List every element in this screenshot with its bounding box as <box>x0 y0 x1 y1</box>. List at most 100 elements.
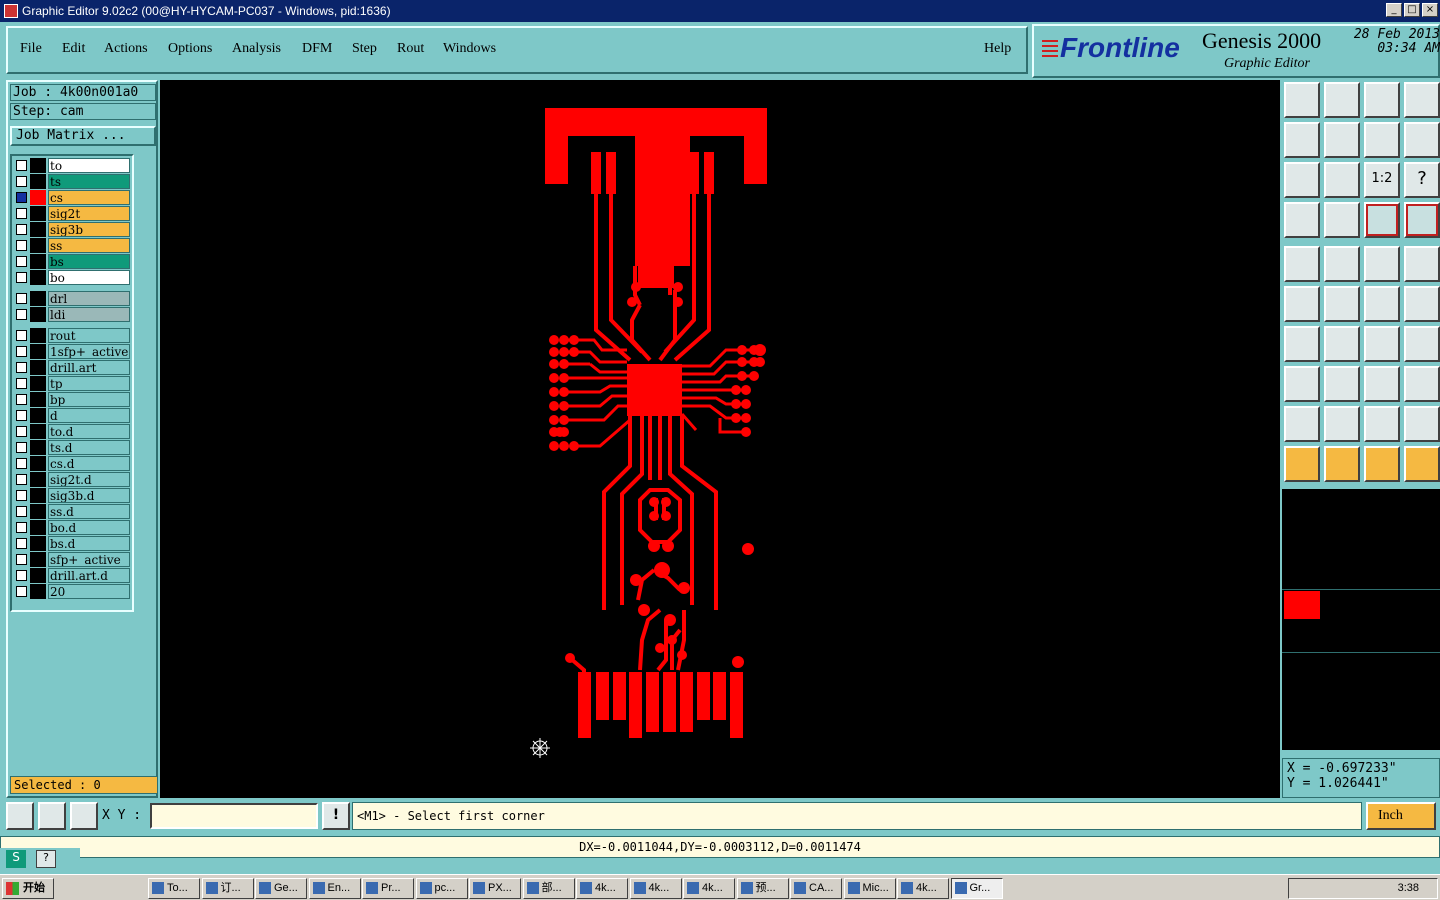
layer-name[interactable]: bp <box>48 392 130 407</box>
xy-input[interactable] <box>150 803 318 829</box>
layer-checkbox[interactable] <box>16 474 27 485</box>
taskbar-item[interactable]: To... <box>148 878 200 899</box>
exclamation-icon[interactable]: ! <box>322 802 350 830</box>
layer-name[interactable]: 1sfp+_active <box>48 344 130 359</box>
layer-checkbox[interactable] <box>16 240 27 251</box>
toolbar-icon-pointer-a[interactable] <box>1284 446 1320 482</box>
unit-selector[interactable]: Inch <box>1366 802 1436 830</box>
toolbar-icon-pointer-d[interactable] <box>1404 446 1440 482</box>
toolbar-icon-diagonal[interactable] <box>1324 326 1360 362</box>
taskbar-item[interactable]: 订... <box>201 878 254 899</box>
layer-checkbox[interactable] <box>16 160 27 171</box>
graphic-canvas[interactable] <box>160 80 1280 798</box>
toolbar-icon-minus[interactable] <box>1324 366 1360 402</box>
toolbar-icon-home[interactable] <box>1364 82 1400 118</box>
layer-row[interactable]: rout <box>14 328 132 343</box>
toolbar-icon-layers-a[interactable] <box>1364 202 1400 238</box>
layer-name[interactable]: bs <box>48 254 130 269</box>
layer-name[interactable]: cs <box>48 190 130 205</box>
taskbar-item[interactable]: Pr... <box>362 878 414 899</box>
layer-row[interactable]: ts <box>14 174 132 189</box>
taskbar-item[interactable]: 4k... <box>629 878 682 899</box>
taskbar-item[interactable]: Ge... <box>255 878 307 899</box>
toolbar-icon-circle[interactable] <box>1404 246 1440 282</box>
layer-row[interactable]: tp <box>14 376 132 391</box>
layer-name[interactable]: d <box>48 408 130 423</box>
layer-row[interactable]: cs.d <box>14 456 132 471</box>
toolbar-icon-pointer-c[interactable] <box>1364 446 1400 482</box>
taskbar-item[interactable]: CA... <box>790 878 842 899</box>
taskbar-item[interactable]: 预... <box>736 878 789 899</box>
layer-checkbox[interactable] <box>16 490 27 501</box>
taskbar-item[interactable]: En... <box>308 878 361 899</box>
layer-checkbox[interactable] <box>16 522 27 533</box>
toolbar-icon-cross[interactable] <box>1324 286 1360 322</box>
toolbar-icon-tools[interactable] <box>1284 202 1320 238</box>
layer-checkbox[interactable] <box>16 378 27 389</box>
layer-row[interactable]: sig3b.d <box>14 488 132 503</box>
toolbar-icon-scale[interactable]: 1:2 <box>1364 162 1400 198</box>
layer-row[interactable]: d <box>14 408 132 423</box>
layer-name[interactable]: cs.d <box>48 456 130 471</box>
layer-name[interactable]: sig2t.d <box>48 472 130 487</box>
layer-checkbox[interactable] <box>16 309 27 320</box>
layer-checkbox[interactable] <box>16 330 27 341</box>
layer-row[interactable]: bs <box>14 254 132 269</box>
layer-name[interactable]: drl <box>48 291 130 306</box>
toolbar-icon-line-b[interactable] <box>1404 286 1440 322</box>
taskbar-item[interactable]: 4k... <box>683 878 735 899</box>
toolbar-icon-flip[interactable] <box>1404 326 1440 362</box>
menu-help[interactable]: Help <box>984 41 1011 57</box>
toolbar-icon-save[interactable] <box>1324 82 1360 118</box>
menu-edit[interactable]: Edit <box>62 41 85 57</box>
layer-name[interactable]: sig3b.d <box>48 488 130 503</box>
toolbar-icon-snap[interactable] <box>1284 366 1320 402</box>
layer-name[interactable]: bo <box>48 270 130 285</box>
toolbar-icon-measure[interactable] <box>1364 366 1400 402</box>
toolbar-icon-redraw[interactable] <box>1404 122 1440 158</box>
layer-row[interactable]: bo.d <box>14 520 132 535</box>
minimize-button[interactable]: _ <box>1386 3 1402 17</box>
layer-name[interactable]: to <box>48 158 130 173</box>
layer-name[interactable]: sfp+_active <box>48 552 130 567</box>
layer-name[interactable]: bs.d <box>48 536 130 551</box>
taskbar-item[interactable]: Gr... <box>950 878 1003 899</box>
toolbar-icon-shape[interactable] <box>1324 246 1360 282</box>
layer-checkbox[interactable] <box>16 176 27 187</box>
menu-analysis[interactable]: Analysis <box>232 41 281 57</box>
toolbar-icon-angle[interactable] <box>1284 326 1320 362</box>
layer-checkbox[interactable] <box>16 346 27 357</box>
layer-name[interactable]: ts.d <box>48 440 130 455</box>
layer-checkbox[interactable] <box>16 570 27 581</box>
layer-row[interactable]: drill.art.d <box>14 568 132 583</box>
layer-checkbox[interactable] <box>16 458 27 469</box>
menu-actions[interactable]: Actions <box>104 41 148 57</box>
taskbar-item[interactable]: pc... <box>415 878 468 899</box>
layer-checkbox[interactable] <box>16 256 27 267</box>
layer-row[interactable]: cs <box>14 190 132 205</box>
layer-row[interactable]: ldi <box>14 307 132 322</box>
toolbar-icon-line-a[interactable] <box>1364 286 1400 322</box>
toolbar-icon-zoom-fit[interactable] <box>1284 162 1320 198</box>
layer-checkbox[interactable] <box>16 192 27 203</box>
layer-name[interactable]: 20 <box>48 584 130 599</box>
toolbar-icon-pad[interactable] <box>1284 246 1320 282</box>
menu-options[interactable]: Options <box>168 41 212 57</box>
job-matrix-button[interactable]: Job Matrix ... <box>10 126 156 146</box>
taskbar-item[interactable]: 4k... <box>897 878 949 899</box>
layer-name[interactable]: ss <box>48 238 130 253</box>
menu-windows[interactable]: Windows <box>443 41 496 57</box>
toolbar-icon-shapes[interactable] <box>1404 366 1440 402</box>
layer-checkbox[interactable] <box>16 362 27 373</box>
menu-dfm[interactable]: DFM <box>302 41 332 57</box>
layer-row[interactable]: ss.d <box>14 504 132 519</box>
toolbar-icon-zoom-center[interactable] <box>1324 162 1360 198</box>
layer-name[interactable]: to.d <box>48 424 130 439</box>
layer-checkbox[interactable] <box>16 410 27 421</box>
layer-checkbox[interactable] <box>16 506 27 517</box>
toolbar-icon-layers-b[interactable] <box>1404 202 1440 238</box>
layer-row[interactable]: ts.d <box>14 440 132 455</box>
layer-row[interactable]: sig2t <box>14 206 132 221</box>
layer-row[interactable]: drill.art <box>14 360 132 375</box>
menu-file[interactable]: File <box>20 41 42 57</box>
